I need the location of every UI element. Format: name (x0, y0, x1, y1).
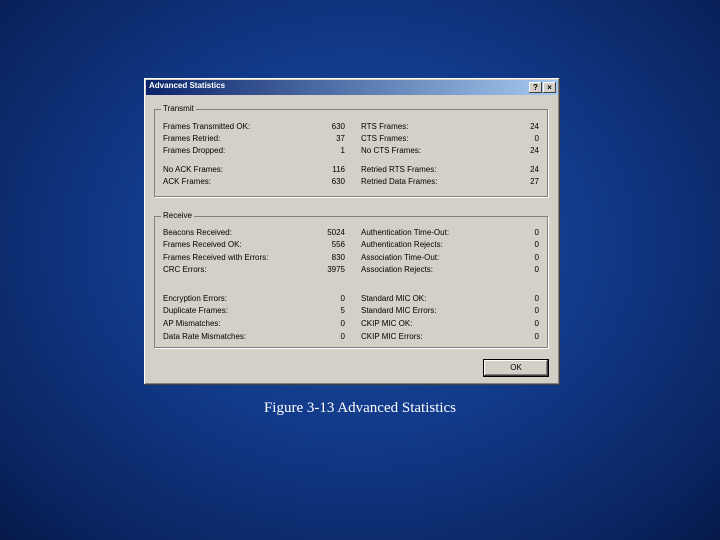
stat-label: Frames Received OK: (163, 240, 242, 249)
stat-value: 1 (340, 146, 345, 155)
stat-label: No ACK Frames: (163, 165, 224, 174)
stat-label: Association Rejects: (361, 265, 434, 274)
stat-value: 27 (530, 177, 539, 186)
stat-label: AP Mismatches: (163, 319, 221, 328)
stat-value: 0 (534, 319, 539, 328)
window-title: Advanced Statistics (149, 81, 226, 90)
stat-value: 0 (340, 319, 345, 328)
stat-value: 5024 (327, 228, 345, 237)
transmit-group: Transmit Frames Transmitted OK: 630 Fram… (154, 104, 548, 197)
stat-label: RTS Frames: (361, 122, 409, 131)
stat-label: Data Rate Mismatches: (163, 332, 247, 341)
stat-value: 0 (534, 294, 539, 303)
stat-label: Encryption Errors: (163, 294, 228, 303)
stat-label: Duplicate Frames: (163, 306, 228, 315)
stat-label: Authentication Rejects: (361, 240, 443, 249)
stat-value: 37 (336, 134, 345, 143)
stat-value: 830 (331, 253, 345, 262)
stat-label: CKIP MIC Errors: (361, 332, 423, 341)
stat-label: Standard MIC Errors: (361, 306, 437, 315)
close-button[interactable]: × (543, 82, 556, 93)
stat-value: 3975 (327, 265, 345, 274)
stat-value: 0 (534, 240, 539, 249)
stat-value: 630 (331, 177, 345, 186)
stat-value: 116 (332, 165, 345, 174)
stat-value: 0 (534, 228, 539, 237)
help-button[interactable]: ? (529, 82, 542, 93)
advanced-statistics-dialog: Advanced Statistics ? × Transmit Frames … (144, 78, 560, 385)
title-bar: Advanced Statistics ? × (146, 80, 558, 95)
stat-label: No CTS Frames: (361, 146, 422, 155)
stat-value: 0 (534, 134, 539, 143)
stat-value: 0 (534, 265, 539, 274)
stat-value: 0 (340, 332, 345, 341)
stat-label: Association Time-Out: (361, 253, 440, 262)
stat-label: Frames Received with Errors: (163, 253, 269, 262)
stat-label: CKIP MIC OK: (361, 319, 413, 328)
stat-label: Authentication Time-Out: (361, 228, 450, 237)
stat-value: 0 (534, 332, 539, 341)
stat-label: CRC Errors: (163, 265, 207, 274)
stat-label: Frames Retried: (163, 134, 221, 143)
stat-label: Standard MIC OK: (361, 294, 427, 303)
stat-value: 5 (340, 306, 345, 315)
transmit-group-label: Transmit (161, 104, 196, 113)
stat-value: 0 (534, 253, 539, 262)
receive-group-label: Receive (161, 211, 194, 220)
stat-value: 0 (534, 306, 539, 315)
stat-value: 24 (530, 122, 539, 131)
stat-label: Frames Transmitted OK: (163, 122, 251, 131)
stat-label: Frames Dropped: (163, 146, 226, 155)
stat-value: 24 (530, 146, 539, 155)
stat-value: 0 (340, 294, 345, 303)
stat-label: CTS Frames: (361, 134, 409, 143)
stat-label: Retried RTS Frames: (361, 165, 437, 174)
stat-value: 556 (331, 240, 345, 249)
stat-value: 24 (530, 165, 539, 174)
stat-label: Beacons Received: (163, 228, 232, 237)
stat-value: 630 (331, 122, 345, 131)
ok-button[interactable]: OK (483, 359, 549, 377)
stat-label: ACK Frames: (163, 177, 212, 186)
figure-caption: Figure 3-13 Advanced Statistics (263, 400, 457, 416)
stat-label: Retried Data Frames: (361, 177, 438, 186)
receive-group: Receive Beacons Received: 5024 Frames Re… (154, 211, 548, 348)
